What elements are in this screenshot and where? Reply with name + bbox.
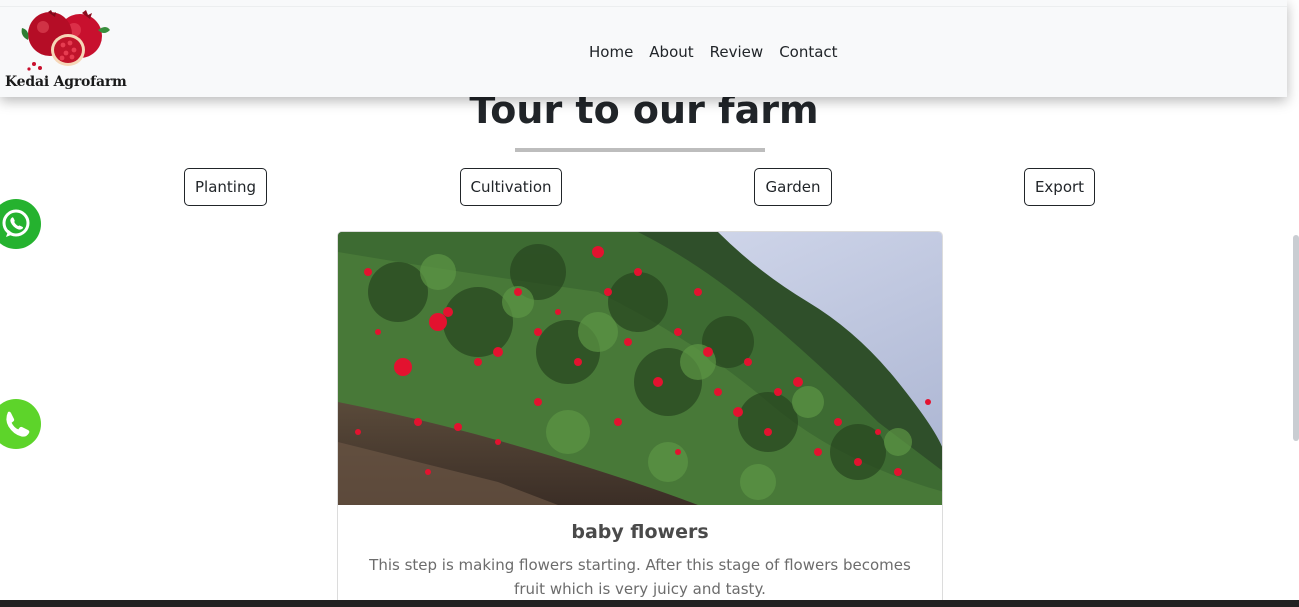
whatsapp-icon[interactable] (0, 199, 41, 249)
phone-glyph-icon (6, 411, 30, 437)
nav-link-contact[interactable]: Contact (771, 41, 845, 63)
title-underline (515, 148, 765, 152)
gallery-card: baby flowers This step is making flowers… (337, 231, 943, 607)
filter-cultivation-button[interactable]: Cultivation (460, 168, 562, 206)
navbar-divider (0, 6, 1287, 7)
nav-link-home[interactable]: Home (581, 41, 641, 63)
pomegranate-flowers-photo (338, 232, 942, 505)
filter-planting-button[interactable]: Planting (184, 168, 267, 206)
filter-garden-button[interactable]: Garden (754, 168, 832, 206)
nav-link-review[interactable]: Review (702, 41, 772, 63)
phone-icon[interactable] (0, 399, 41, 449)
whatsapp-glyph-icon (2, 209, 30, 237)
pomegranate-logo-icon (21, 10, 110, 71)
nav-links: Home About Review Contact (581, 41, 846, 63)
card-title: baby flowers (571, 521, 709, 543)
taskbar-edge (0, 600, 1299, 607)
nav-link-about[interactable]: About (641, 41, 701, 63)
navbar: Kedai Agrofarm Home About Review Contact (0, 0, 1287, 97)
scrollbar-thumb[interactable] (1293, 235, 1299, 441)
brand[interactable]: Kedai Agrofarm (4, 10, 127, 94)
card-text: This step is making flowers starting. Af… (369, 556, 911, 598)
brand-name: Kedai Agrofarm (5, 74, 127, 90)
filter-export-button[interactable]: Export (1024, 168, 1095, 206)
